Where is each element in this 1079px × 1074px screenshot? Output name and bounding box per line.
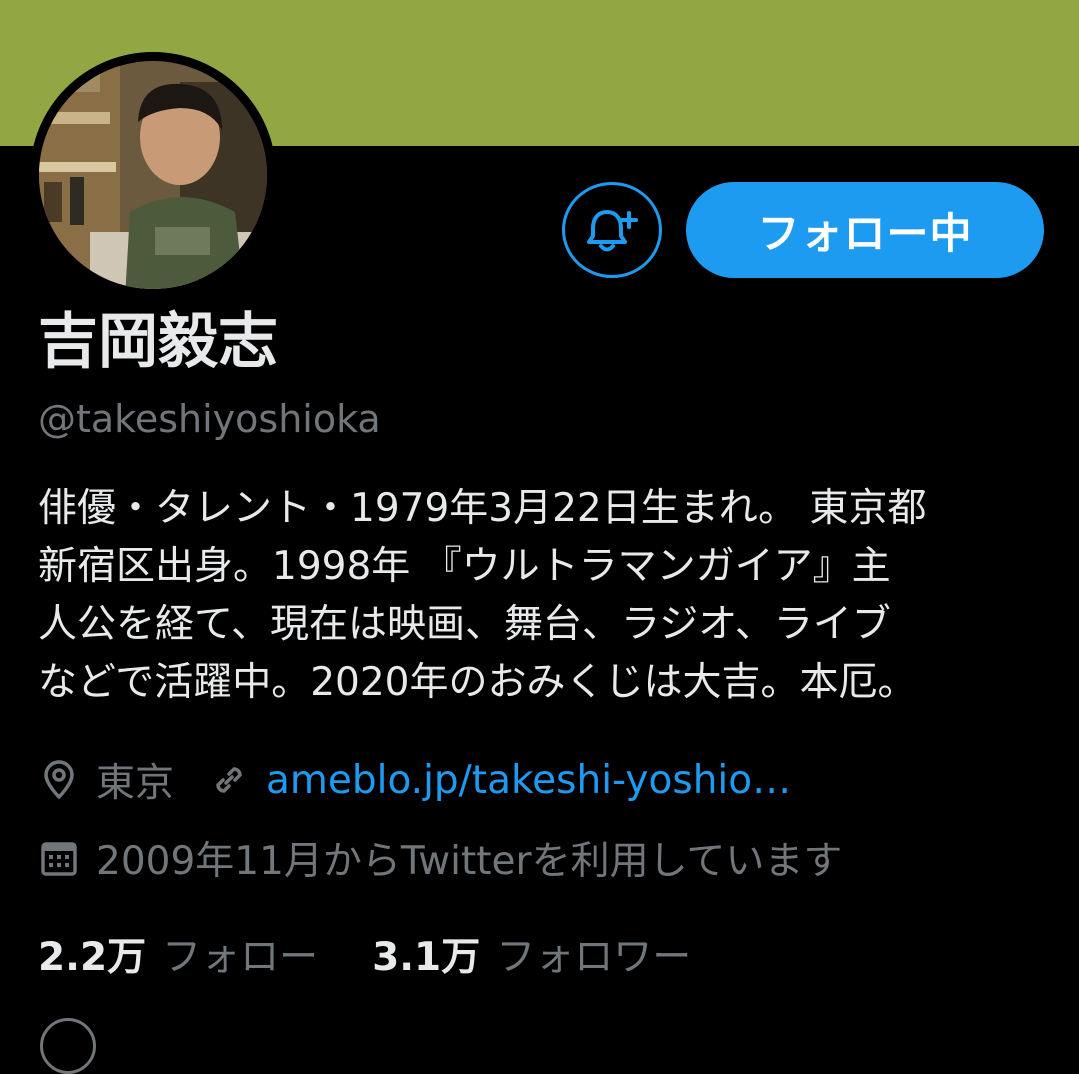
calendar-icon	[38, 837, 80, 879]
joined-date-text: 2009年11月からTwitterを利用しています	[96, 839, 843, 884]
location-pin-icon	[38, 759, 80, 801]
username-handle: @takeshiyoshioka	[38, 397, 381, 441]
location-text: 東京	[96, 761, 175, 806]
profile-meta-location-website: 東京 ameblo.jp/takeshi-yoshio…	[38, 752, 791, 808]
profile-meta-joined: 2009年11月からTwitterを利用しています	[38, 830, 842, 886]
notification-bell-button[interactable]	[562, 182, 662, 278]
bell-plus-icon	[587, 210, 638, 252]
following-label: フォロー	[162, 935, 319, 980]
display-name: 吉岡毅志	[38, 307, 278, 377]
bio-line: 人公を経て、現在は映画、舞台、ラジオ、ライブ	[38, 602, 891, 647]
link-icon	[208, 759, 250, 801]
avatar[interactable]	[30, 52, 276, 298]
avatar-photo	[30, 52, 276, 298]
following-button[interactable]: フォロー中	[686, 182, 1044, 278]
followed-by-avatar-partial	[40, 1018, 96, 1074]
bio-line: などで活躍中。2020年のおみくじは大吉。本厄。	[38, 660, 917, 705]
followers-count: 3.1万	[372, 935, 481, 980]
follow-stats: 2.2万 フォロー 3.1万 フォロワー	[38, 926, 691, 982]
followers-stat[interactable]: 3.1万 フォロワー	[372, 926, 691, 982]
bio-line: 新宿区出身。1998年 『ウルトラマンガイア』主	[38, 544, 891, 589]
following-count: 2.2万	[38, 935, 147, 980]
website-link[interactable]: ameblo.jp/takeshi-yoshio…	[266, 758, 791, 803]
following-stat[interactable]: 2.2万 フォロー	[38, 926, 318, 982]
profile-bio: 俳優・タレント・1979年3月22日生まれ。 東京都 新宿区出身。1998年 『…	[38, 480, 1048, 712]
bio-line: 俳優・タレント・1979年3月22日生まれ。 東京都	[38, 486, 927, 531]
followers-label: フォロワー	[496, 935, 692, 980]
